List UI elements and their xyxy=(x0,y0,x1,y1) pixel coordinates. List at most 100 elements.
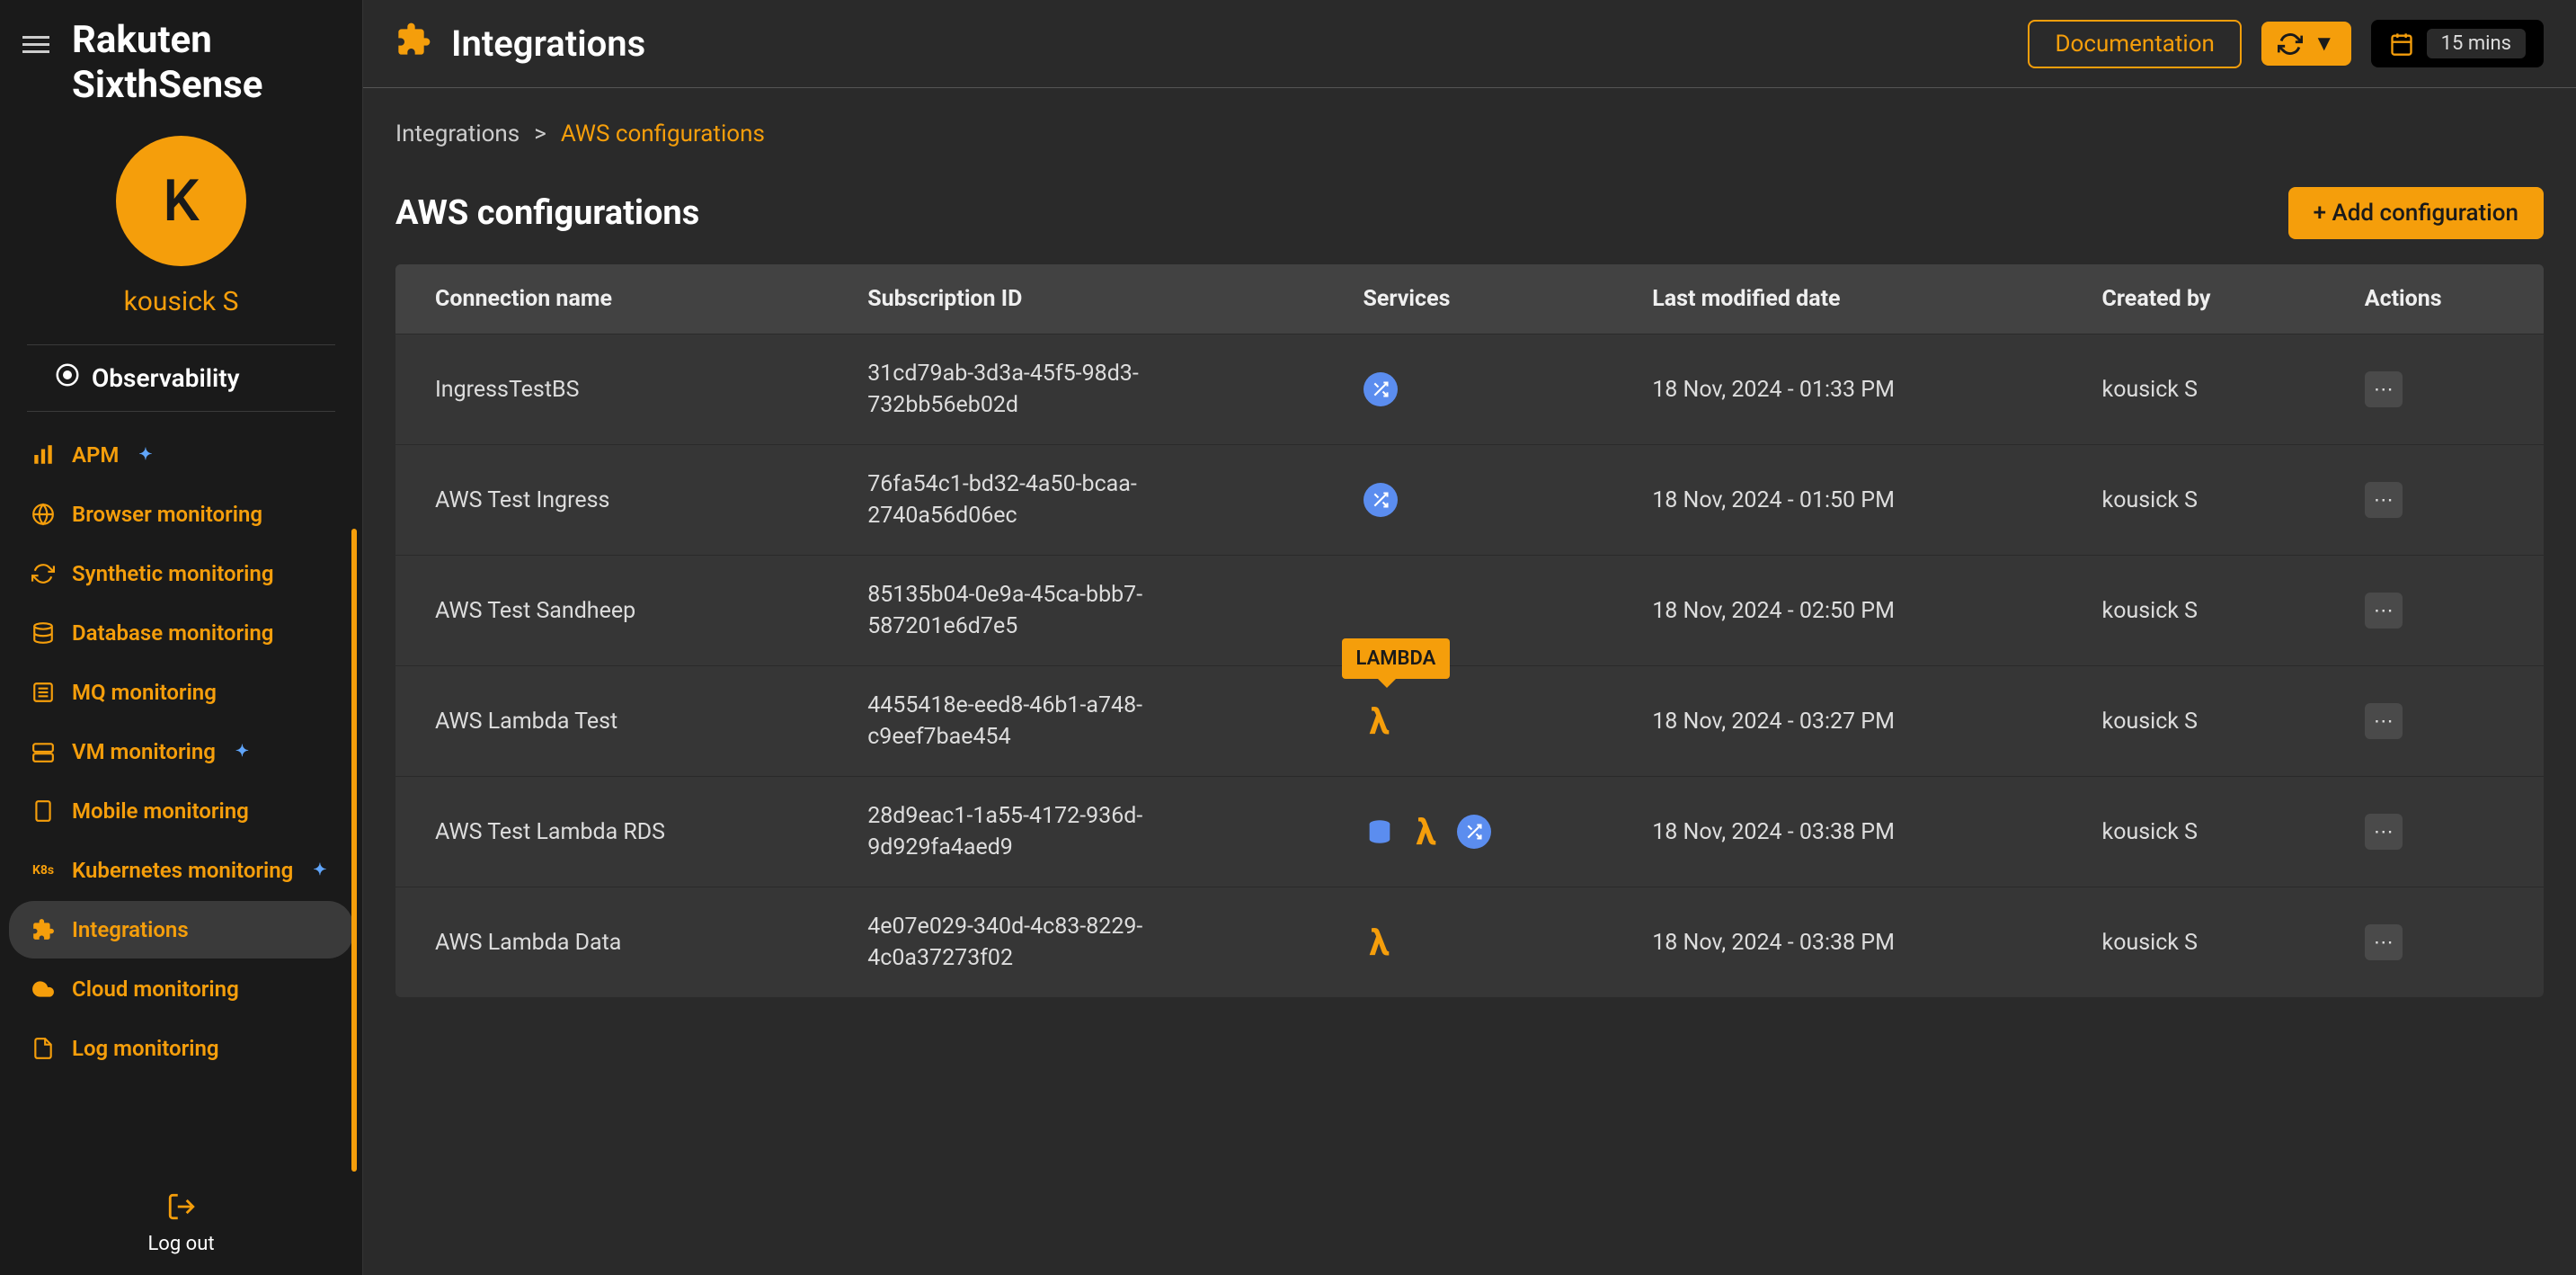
subtitle: AWS configurations xyxy=(395,193,699,233)
shuffle-service-icon xyxy=(1364,483,1398,517)
nav-label: Log monitoring xyxy=(72,1036,219,1061)
column-header: Actions xyxy=(2325,264,2544,334)
globe-icon xyxy=(31,502,56,527)
subscription-id-cell: 28d9eac1-1a55-4172-936d-9d929fa4aed9 xyxy=(828,777,1323,887)
main-content: Integrations Documentation ▼ 15 mins Int… xyxy=(363,0,2576,1275)
column-header: Created by xyxy=(2063,264,2325,334)
document-icon xyxy=(31,1036,56,1061)
nav-label: Mobile monitoring xyxy=(72,798,249,824)
connection-name-cell: AWS Test Lambda RDS xyxy=(395,777,828,887)
sidebar-item-browser-monitoring[interactable]: Browser monitoring xyxy=(9,486,353,543)
logout-label: Log out xyxy=(20,1233,342,1255)
list-icon xyxy=(31,680,56,705)
sidebar-item-synthetic-monitoring[interactable]: Synthetic monitoring xyxy=(9,545,353,602)
date-cell: 18 Nov, 2024 - 03:38 PM xyxy=(1612,887,2062,998)
puzzle-icon xyxy=(31,917,56,942)
k8s-icon: K8s xyxy=(31,858,56,883)
actions-cell: ⋯ xyxy=(2325,445,2544,556)
created-by-cell: kousick S xyxy=(2063,445,2325,556)
sync-icon xyxy=(31,561,56,586)
actions-cell: ⋯ xyxy=(2325,887,2544,998)
table-row: IngressTestBS31cd79ab-3d3a-45f5-98d3-732… xyxy=(395,334,2544,445)
table-row: AWS Test Ingress76fa54c1-bd32-4a50-bcaa-… xyxy=(395,445,2544,556)
actions-cell: ⋯ xyxy=(2325,777,2544,887)
nav-label: MQ monitoring xyxy=(72,680,217,705)
puzzle-icon xyxy=(395,22,431,66)
table-row: AWS Test Lambda RDS28d9eac1-1a55-4172-93… xyxy=(395,777,2544,887)
row-actions-button[interactable]: ⋯ xyxy=(2365,814,2403,850)
mobile-icon xyxy=(31,798,56,824)
column-header: Connection name xyxy=(395,264,828,334)
connection-name-cell: AWS Test Ingress xyxy=(395,445,828,556)
table-header-row: Connection nameSubscription IDServicesLa… xyxy=(395,264,2544,334)
sidebar-item-database-monitoring[interactable]: Database monitoring xyxy=(9,604,353,662)
logout-icon xyxy=(166,1191,197,1226)
shuffle-service-icon xyxy=(1457,815,1491,849)
subscription-id-cell: 85135b04-0e9a-45ca-bbb7-587201e6d7e5 xyxy=(828,556,1323,666)
services-cell: λ xyxy=(1324,777,1613,887)
breadcrumb-root[interactable]: Integrations xyxy=(395,120,520,147)
nav-label: Browser monitoring xyxy=(72,502,262,527)
subscription-id-cell: 4455418e-eed8-46b1-a748-c9eef7bae454 xyxy=(828,666,1323,777)
documentation-button[interactable]: Documentation xyxy=(2028,20,2241,68)
time-range-value: 15 mins xyxy=(2427,29,2526,58)
lambda-service-icon: λ xyxy=(1364,705,1396,737)
subheader: AWS configurations + Add configuration xyxy=(395,187,2544,239)
date-cell: 18 Nov, 2024 - 03:27 PM xyxy=(1612,666,2062,777)
services-cell xyxy=(1324,445,1613,556)
avatar[interactable]: K xyxy=(116,136,246,266)
refresh-button[interactable]: ▼ xyxy=(2261,22,2351,66)
sidebar-item-cloud-monitoring[interactable]: Cloud monitoring xyxy=(9,960,353,1018)
row-actions-button[interactable]: ⋯ xyxy=(2365,924,2403,960)
sidebar-item-integrations[interactable]: Integrations xyxy=(9,901,353,958)
row-actions-button[interactable]: ⋯ xyxy=(2365,482,2403,518)
subscription-id-cell: 76fa54c1-bd32-4a50-bcaa-2740a56d06ec xyxy=(828,445,1323,556)
table-row: AWS Test Sandheep85135b04-0e9a-45ca-bbb7… xyxy=(395,556,2544,666)
configurations-table: Connection nameSubscription IDServicesLa… xyxy=(395,264,2544,997)
nav-label: Integrations xyxy=(72,917,189,942)
subscription-id-cell: 31cd79ab-3d3a-45f5-98d3-732bb56eb02d xyxy=(828,334,1323,445)
actions-cell: ⋯ xyxy=(2325,666,2544,777)
nav-label: Database monitoring xyxy=(72,620,273,646)
nav-label: Kubernetes monitoring xyxy=(72,858,293,883)
sidebar-item-apm[interactable]: APM✦ xyxy=(9,426,353,484)
created-by-cell: kousick S xyxy=(2063,887,2325,998)
lambda-service-icon: λ xyxy=(1410,816,1443,848)
sidebar-item-mobile-monitoring[interactable]: Mobile monitoring xyxy=(9,782,353,840)
row-actions-button[interactable]: ⋯ xyxy=(2365,371,2403,407)
lambda-service-icon: λ xyxy=(1364,926,1396,958)
nav-label: Synthetic monitoring xyxy=(72,561,273,586)
actions-cell: ⋯ xyxy=(2325,334,2544,445)
sidebar-item-log-monitoring[interactable]: Log monitoring xyxy=(9,1020,353,1077)
table-body: IngressTestBS31cd79ab-3d3a-45f5-98d3-732… xyxy=(395,334,2544,998)
connection-name-cell: IngressTestBS xyxy=(395,334,828,445)
database-service-icon xyxy=(1364,816,1396,848)
row-actions-button[interactable]: ⋯ xyxy=(2365,593,2403,629)
chevron-down-icon: ▼ xyxy=(2314,31,2335,57)
add-configuration-button[interactable]: + Add configuration xyxy=(2288,187,2544,239)
sidebar-header: Rakuten SixthSense xyxy=(0,0,362,136)
sidebar-item-vm-monitoring[interactable]: VM monitoring✦ xyxy=(9,723,353,780)
hamburger-menu-button[interactable] xyxy=(18,18,54,71)
shuffle-service-icon xyxy=(1364,372,1398,406)
column-header: Last modified date xyxy=(1612,264,2062,334)
date-cell: 18 Nov, 2024 - 02:50 PM xyxy=(1612,556,2062,666)
breadcrumb-separator: > xyxy=(534,120,546,147)
connection-name-cell: AWS Test Sandheep xyxy=(395,556,828,666)
sidebar-item-kubernetes-monitoring[interactable]: K8s Kubernetes monitoring ✦ xyxy=(9,842,353,899)
bar-chart-icon xyxy=(31,442,56,468)
connection-name-cell: AWS Lambda Test xyxy=(395,666,828,777)
row-actions-button[interactable]: ⋯ xyxy=(2365,703,2403,739)
time-range-selector[interactable]: 15 mins xyxy=(2371,20,2544,67)
topbar: Integrations Documentation ▼ 15 mins xyxy=(363,0,2576,88)
nav-list: APM✦ Browser monitoring Synthetic monitori… xyxy=(0,412,362,1172)
logout-button[interactable]: Log out xyxy=(0,1172,362,1275)
monitor-icon xyxy=(54,361,81,395)
date-cell: 18 Nov, 2024 - 01:50 PM xyxy=(1612,445,2062,556)
cloud-icon xyxy=(31,976,56,1002)
sparkle-icon: ✦ xyxy=(313,860,326,879)
column-header: Subscription ID xyxy=(828,264,1323,334)
profile-section: K kousick S xyxy=(0,136,362,344)
sidebar-item-mq-monitoring[interactable]: MQ monitoring xyxy=(9,664,353,721)
created-by-cell: kousick S xyxy=(2063,666,2325,777)
